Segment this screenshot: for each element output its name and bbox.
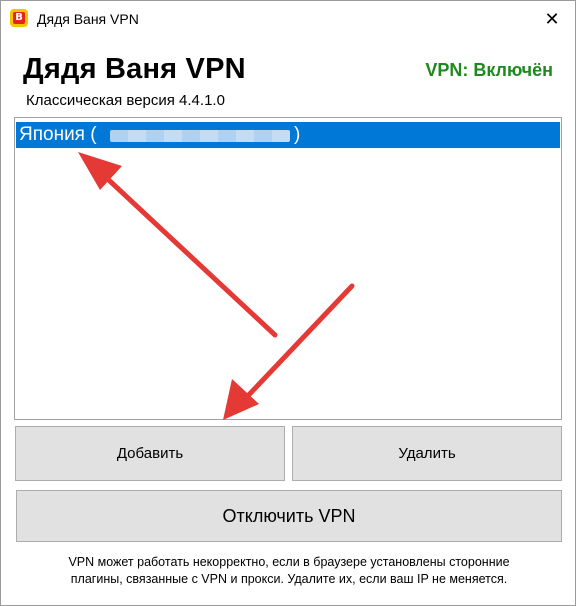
server-list-item-japan[interactable]: Япония ( ) bbox=[16, 122, 560, 148]
footer-note-line2: плагины, связанные с VPN и прокси. Удали… bbox=[70, 572, 508, 586]
vpn-status: VPN: Включён bbox=[425, 60, 553, 80]
title-bar: В Дядя Ваня VPN ✕ bbox=[1, 1, 575, 37]
app-heading: Дядя Ваня VPN bbox=[23, 53, 246, 85]
version-label: Классическая версия 4.4.1.0 bbox=[26, 92, 225, 109]
add-button[interactable]: Добавить bbox=[15, 426, 285, 481]
app-logo-letter: В bbox=[13, 12, 25, 24]
app-window: В Дядя Ваня VPN ✕ Дядя Ваня VPN Классиче… bbox=[0, 0, 576, 606]
server-list[interactable]: Япония ( ) bbox=[14, 117, 562, 420]
disconnect-vpn-button[interactable]: Отключить VPN bbox=[16, 490, 562, 542]
server-name-close: ) bbox=[294, 124, 301, 145]
redacted-ip bbox=[110, 130, 290, 142]
footer-note-line1: VPN может работать некорректно, если в б… bbox=[68, 555, 510, 569]
footer-note: VPN может работать некорректно, если в б… bbox=[17, 554, 561, 588]
delete-button[interactable]: Удалить bbox=[292, 426, 562, 481]
app-logo-icon: В bbox=[10, 9, 28, 27]
window-title: Дядя Ваня VPN bbox=[37, 11, 139, 27]
close-icon[interactable]: ✕ bbox=[529, 1, 575, 37]
server-name: Япония ( bbox=[19, 124, 97, 145]
